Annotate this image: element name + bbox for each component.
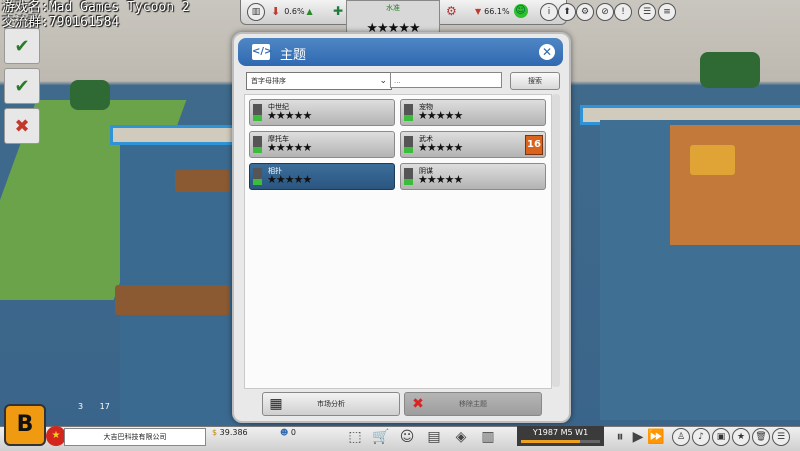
checklist-icon[interactable]: ✔	[4, 28, 40, 64]
arrow-up-icon: ▲	[306, 6, 313, 16]
stream-overlay: 游戏名:Mad Games Tycoon 2 交流群:790161584	[2, 0, 190, 30]
lounge-floor	[670, 125, 800, 245]
fans-change: ⬇ 0.6% ▲	[271, 4, 313, 18]
search-button[interactable]: 搜索	[510, 72, 560, 90]
chevron-down-icon: ⌄	[379, 76, 387, 86]
scrollbar[interactable]	[552, 94, 560, 387]
info-icon[interactable]: i	[540, 3, 558, 21]
theme-item[interactable]: 宠物 ★★★★★	[400, 99, 546, 126]
remove-theme-button[interactable]: ✖ 移除主题	[404, 392, 542, 416]
cog-icon[interactable]: ⚙	[576, 3, 594, 21]
arrow-down-icon: ▼	[475, 6, 482, 16]
dialog-header: </> 主题 ✕	[238, 38, 563, 66]
hedge	[700, 52, 760, 88]
employee-counts: 3 17	[78, 402, 110, 411]
code-icon: </>	[252, 44, 272, 60]
mic-icon[interactable]: ♪	[692, 428, 710, 446]
popularity-bar	[253, 168, 262, 185]
book-icon[interactable]: ▤	[424, 428, 444, 446]
upload-icon[interactable]: ⬆	[558, 3, 576, 21]
theme-item-selected[interactable]: 相扑 ★★★★★	[249, 163, 395, 190]
money-display: $ 39.386	[212, 428, 248, 437]
country-flag-icon: ★	[46, 426, 66, 446]
staff-icon[interactable]: ☺	[397, 428, 417, 446]
theme-dialog: </> 主题 ✕ 首字母排序 ⌄ 搜索 中世纪 ★★★★★ 宠物 ★★★★★ 摩…	[232, 32, 571, 423]
sort-select[interactable]: 首字母排序 ⌄	[246, 72, 392, 90]
fans-add-icon[interactable]: ✚	[333, 2, 343, 20]
package-icon[interactable]: ◈	[451, 428, 471, 446]
game-name-text: 游戏名:Mad Games Tycoon 2	[2, 0, 190, 15]
money-icon: $	[212, 428, 218, 437]
menu-icon[interactable]: ☰	[772, 428, 790, 446]
stats-chart-icon[interactable]: ▥	[478, 428, 498, 446]
armchair	[690, 145, 735, 175]
trash-icon[interactable]: 🗑	[752, 428, 770, 446]
fans-icon: ⬇	[271, 4, 281, 18]
settings-icon[interactable]: ⚙	[446, 2, 457, 20]
theme-stars: ★★★★★	[267, 109, 312, 122]
market-analysis-button[interactable]: ▦ 市场分析	[262, 392, 400, 416]
alert-icon[interactable]: !	[614, 3, 632, 21]
age-rating-badge: 16	[525, 135, 543, 155]
close-icon[interactable]: ✕	[539, 44, 555, 60]
hype-indicator: ▼ 66.1% ☺	[475, 4, 528, 18]
date-display: Y1987 M5 W1	[517, 426, 604, 446]
theme-stars: ★★★★★	[267, 141, 312, 154]
play-icon[interactable]: ▶	[628, 428, 648, 446]
pause-icon[interactable]: ⏸	[610, 428, 630, 446]
checklist-icon[interactable]: ✔	[4, 68, 40, 104]
dialog-title: 主题	[280, 48, 307, 63]
no-icon[interactable]: ⊘	[596, 3, 614, 21]
theme-item[interactable]: 阴谋 ★★★★★	[400, 163, 546, 190]
save-icon[interactable]: ▣	[712, 428, 730, 446]
theme-stars: ★★★★★	[418, 173, 463, 186]
theme-item[interactable]: 摩托车 ★★★★★	[249, 131, 395, 158]
person-icon[interactable]: ♙	[672, 428, 690, 446]
game-logo[interactable]: B	[4, 404, 46, 446]
menu-icon[interactable]: ≡	[658, 3, 676, 21]
search-input[interactable]	[390, 72, 502, 88]
build-cube-icon[interactable]: ⬚	[345, 428, 365, 446]
popularity-bar	[253, 136, 262, 153]
rating-label: 水准	[386, 4, 400, 12]
cancel-task-icon[interactable]: ✖	[4, 108, 40, 144]
fans-icon: ☻	[280, 428, 289, 437]
stats-icon[interactable]: ▥	[247, 3, 265, 21]
popularity-bar	[253, 104, 262, 121]
desk	[175, 170, 230, 192]
hedge	[70, 80, 110, 110]
smiley-icon: ☺	[513, 4, 528, 18]
week-progress	[521, 440, 600, 443]
theme-stars: ★★★★★	[418, 141, 463, 154]
popularity-bar	[404, 136, 413, 153]
star-icon[interactable]: ★	[732, 428, 750, 446]
theme-item[interactable]: 中世纪 ★★★★★	[249, 99, 395, 126]
fast-forward-icon[interactable]: ⏩	[646, 428, 666, 446]
theme-list: 中世纪 ★★★★★ 宠物 ★★★★★ 摩托车 ★★★★★ 武术 ★★★★★ 16…	[244, 94, 552, 389]
popularity-bar	[404, 104, 413, 121]
theme-stars: ★★★★★	[267, 173, 312, 186]
desk	[115, 285, 230, 315]
company-name: 大吉巴科技有限公司	[64, 428, 206, 446]
theme-item[interactable]: 武术 ★★★★★ 16	[400, 131, 546, 158]
layers-icon[interactable]: ☰	[638, 3, 656, 21]
popularity-bar	[404, 168, 413, 185]
cart-icon[interactable]: 🛒	[371, 428, 391, 446]
theme-stars: ★★★★★	[418, 109, 463, 122]
fans-display: ☻ 0	[280, 428, 296, 437]
